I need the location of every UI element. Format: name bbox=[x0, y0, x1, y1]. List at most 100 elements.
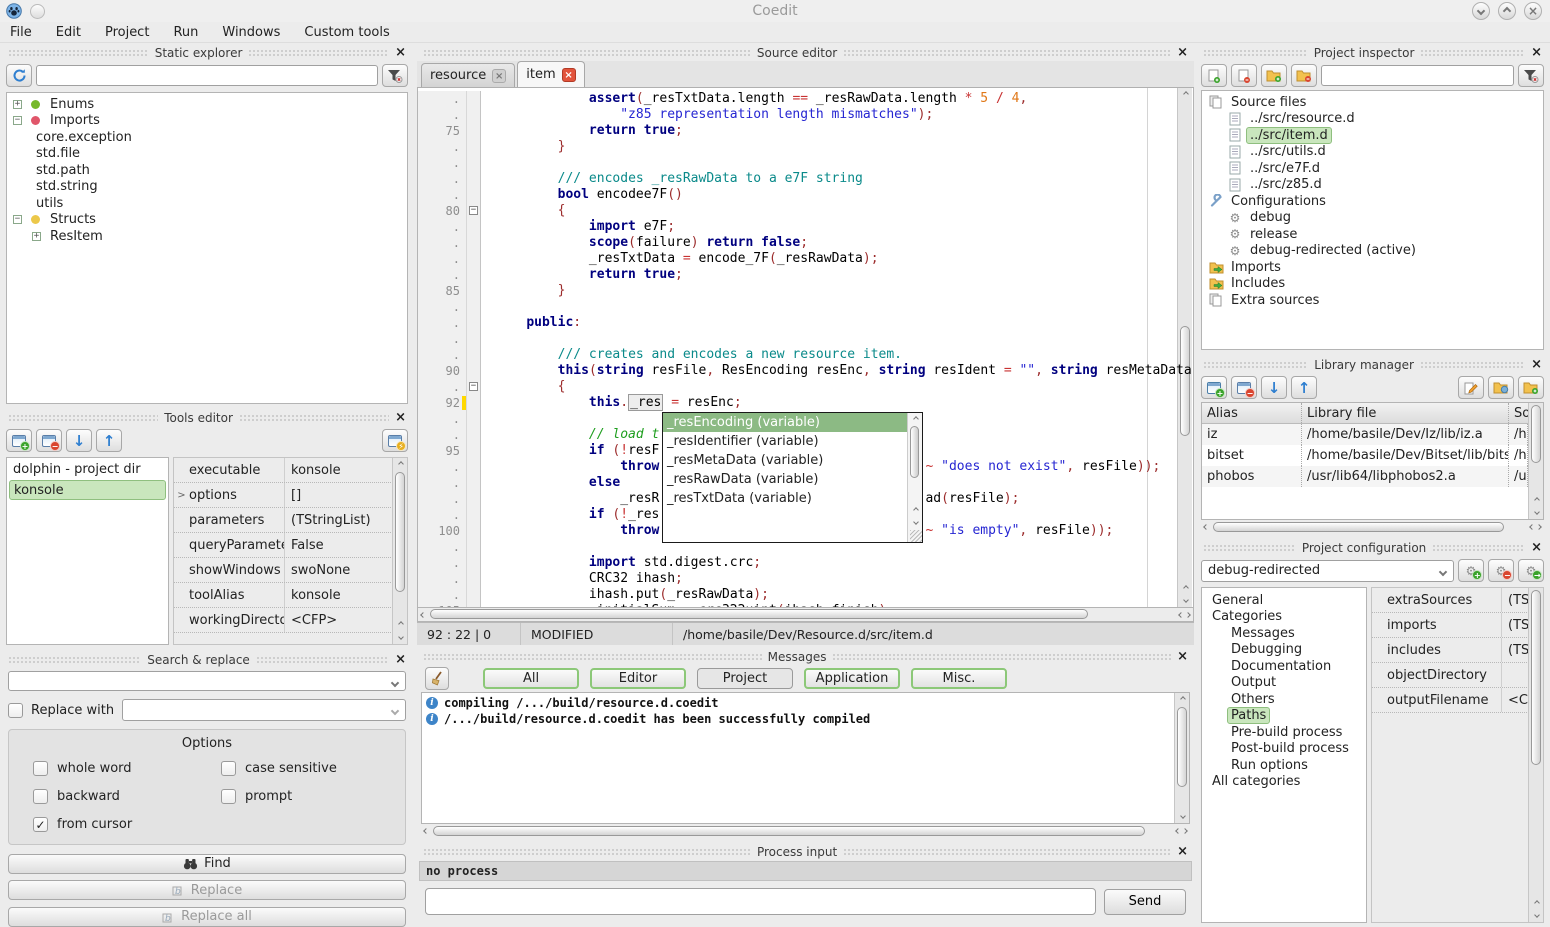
tool-list-item[interactable]: dolphin - project dir bbox=[9, 460, 166, 480]
popup-scrollbar[interactable] bbox=[907, 413, 922, 542]
property-row[interactable]: parameters(TStringList) bbox=[174, 508, 407, 533]
remove-folder-button[interactable] bbox=[1291, 64, 1317, 87]
code-line[interactable]: . scope(failure) return false; bbox=[418, 235, 1178, 251]
property-value[interactable]: False bbox=[285, 538, 407, 553]
symbol-search-input[interactable] bbox=[36, 65, 378, 86]
fold-margin[interactable] bbox=[466, 219, 481, 235]
edit-library-button[interactable] bbox=[1458, 376, 1484, 399]
property-row[interactable]: queryParametersFalse bbox=[174, 533, 407, 558]
filter-button-misc[interactable]: Misc. bbox=[911, 668, 1007, 689]
fold-margin[interactable] bbox=[466, 555, 481, 571]
property-value[interactable]: konsole bbox=[285, 463, 407, 478]
configuration-selector[interactable]: debug-redirected bbox=[1201, 560, 1454, 582]
send-button[interactable]: Send bbox=[1104, 889, 1186, 915]
fold-margin[interactable] bbox=[466, 603, 481, 608]
code-line[interactable]: . import e7F; bbox=[418, 219, 1178, 235]
property-value[interactable]: konsole bbox=[285, 588, 407, 603]
symbol-item-std-file[interactable]: std.file bbox=[7, 146, 407, 163]
add-library-button[interactable]: + bbox=[1201, 376, 1227, 399]
project-item--src-e7f-d[interactable]: ../src/e7F.d bbox=[1202, 160, 1543, 177]
clone-configuration-button[interactable]: ⚙→ bbox=[1518, 559, 1544, 582]
project-item-configurations[interactable]: Configurations bbox=[1202, 193, 1543, 210]
code-line[interactable]: . bool encodee7F() bbox=[418, 187, 1178, 203]
close-icon[interactable]: × bbox=[395, 412, 406, 424]
scrollbar[interactable] bbox=[1528, 588, 1543, 922]
process-input-field[interactable] bbox=[425, 888, 1096, 915]
code-line[interactable]: 85 } bbox=[418, 283, 1178, 299]
message-line[interactable]: i/.../build/resource.d.coedit has been s… bbox=[422, 711, 1189, 727]
expand-icon[interactable]: − bbox=[13, 116, 22, 125]
fold-collapse-icon[interactable]: − bbox=[469, 206, 478, 215]
code-line[interactable]: . import std.digest.crc; bbox=[418, 555, 1178, 571]
fold-margin[interactable] bbox=[466, 251, 481, 267]
symbol-item-std-path[interactable]: std.path bbox=[7, 162, 407, 179]
tab-item[interactable]: item× bbox=[517, 61, 584, 87]
expand-icon[interactable]: + bbox=[32, 232, 41, 241]
table-row[interactable]: phobos/usr/lib64/libphobos2.a/us bbox=[1202, 466, 1528, 487]
fold-margin[interactable] bbox=[466, 235, 481, 251]
fold-margin[interactable] bbox=[466, 523, 481, 539]
close-icon[interactable]: × bbox=[395, 47, 406, 59]
property-row[interactable]: workingDirectory<CFP> bbox=[174, 608, 407, 633]
clear-messages-button[interactable] bbox=[425, 667, 449, 690]
table-row[interactable]: iz/home/basile/Dev/Iz/lib/iz.a/ho bbox=[1202, 424, 1528, 445]
symbol-item-utils[interactable]: utils bbox=[7, 195, 407, 212]
symbol-item-resitem[interactable]: +ResItem bbox=[7, 228, 407, 245]
category-item-debugging[interactable]: Debugging bbox=[1202, 642, 1366, 659]
category-item-post-build-process[interactable]: Post-build process bbox=[1202, 741, 1366, 758]
remove-configuration-button[interactable]: ⚙− bbox=[1488, 559, 1514, 582]
filter-button-application[interactable]: Application bbox=[804, 668, 900, 689]
fold-margin[interactable] bbox=[466, 107, 481, 123]
symbol-item-std-string[interactable]: std.string bbox=[7, 179, 407, 196]
code-line[interactable]: . ihash.put(_resRawData); bbox=[418, 587, 1178, 603]
replace-with-checkbox[interactable] bbox=[8, 703, 23, 718]
project-item--src-z85-d[interactable]: ../src/z85.d bbox=[1202, 177, 1543, 194]
tool-list-item[interactable]: konsole bbox=[9, 480, 166, 500]
remove-source-button[interactable] bbox=[1231, 64, 1257, 87]
fold-margin[interactable] bbox=[466, 171, 481, 187]
move-up-button[interactable]: ↑ bbox=[1291, 376, 1317, 399]
property-row[interactable]: showWindowsswoNone bbox=[174, 558, 407, 583]
menu-item-windows[interactable]: Windows bbox=[222, 25, 280, 40]
category-item-pre-build-process[interactable]: Pre-build process bbox=[1202, 724, 1366, 741]
property-value[interactable]: [] bbox=[285, 488, 407, 503]
completion-item[interactable]: _resMetaData (variable) bbox=[663, 451, 907, 470]
property-row[interactable]: outputFilename<CPP> bbox=[1372, 688, 1543, 713]
filter-clear-button[interactable] bbox=[382, 64, 408, 87]
project-item--src-utils-d[interactable]: ../src/utils.d bbox=[1202, 144, 1543, 161]
close-icon[interactable]: × bbox=[1177, 47, 1188, 59]
code-line[interactable]: . return true; bbox=[418, 267, 1178, 283]
move-down-button[interactable]: ↓ bbox=[66, 429, 92, 452]
resize-grip[interactable] bbox=[910, 530, 922, 542]
fold-margin[interactable] bbox=[466, 91, 481, 107]
category-item-paths[interactable]: Paths bbox=[1202, 708, 1366, 725]
symbol-item-core-exception[interactable]: core.exception bbox=[7, 129, 407, 146]
table-row[interactable]: bitset/home/basile/Dev/Bitset/lib/bitse/… bbox=[1202, 445, 1528, 466]
messages-list[interactable]: icompiling /.../build/resource.d.coediti… bbox=[421, 692, 1190, 824]
close-icon[interactable]: × bbox=[395, 654, 406, 666]
editor-vscrollbar[interactable] bbox=[1177, 88, 1192, 607]
project-item-extra-sources[interactable]: Extra sources bbox=[1202, 292, 1543, 309]
run-tool-button[interactable]: ⚡ bbox=[382, 429, 408, 452]
code-line[interactable]: . } bbox=[418, 139, 1178, 155]
code-line[interactable]: . public: bbox=[418, 315, 1178, 331]
remove-library-button[interactable]: − bbox=[1231, 376, 1257, 399]
fold-margin[interactable] bbox=[466, 571, 481, 587]
category-item-others[interactable]: Others bbox=[1202, 691, 1366, 708]
fold-margin[interactable] bbox=[466, 331, 481, 347]
fold-margin[interactable] bbox=[466, 587, 481, 603]
property-value[interactable]: <CFP> bbox=[285, 613, 407, 628]
editor-hscrollbar[interactable] bbox=[417, 608, 1194, 622]
menu-item-custom-tools[interactable]: Custom tools bbox=[304, 25, 389, 40]
menu-item-file[interactable]: File bbox=[10, 25, 32, 40]
symbol-item-enums[interactable]: +Enums bbox=[7, 96, 407, 113]
category-item-categories[interactable]: Categories bbox=[1202, 609, 1366, 626]
fold-margin[interactable] bbox=[466, 475, 481, 491]
code-line[interactable]: 90 this(string resFile, ResEncoding resE… bbox=[418, 363, 1178, 379]
add-source-button[interactable] bbox=[1201, 64, 1227, 87]
code-editor[interactable]: . assert(_resTxtData.length == _resRawDa… bbox=[417, 88, 1194, 608]
symbol-item-imports[interactable]: −Imports bbox=[7, 113, 407, 130]
close-icon[interactable]: × bbox=[1177, 846, 1188, 858]
checkbox-backward[interactable] bbox=[33, 789, 48, 804]
tab-close-icon[interactable]: × bbox=[562, 68, 576, 82]
